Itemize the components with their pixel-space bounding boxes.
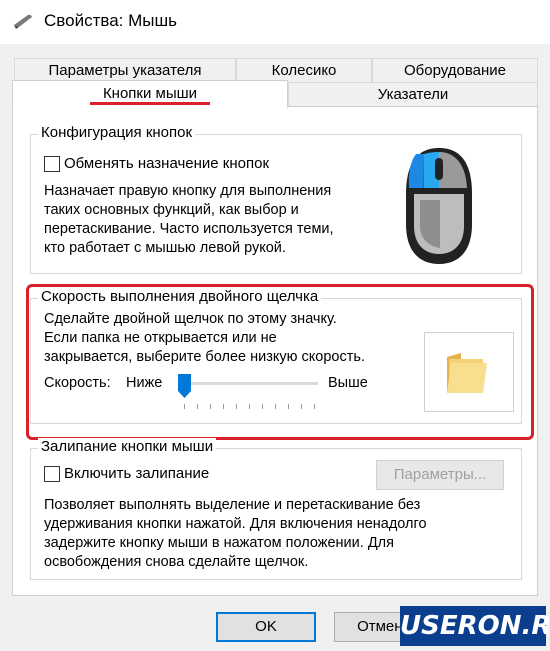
tab-highlight-underline — [90, 102, 210, 105]
button-config-desc-line: кто работает с мышью левой рукой. — [44, 240, 286, 256]
window-title: Свойства: Мышь — [44, 11, 177, 30]
button-config-desc-line: Назначает правую кнопку для выполнения — [44, 183, 332, 199]
tab-hardware[interactable]: Оборудование — [372, 58, 538, 82]
button-config-desc-line: таких основных функций, как выбор и — [44, 202, 299, 218]
swap-buttons-label[interactable]: Обменять назначение кнопок — [64, 154, 269, 173]
click-lock-legend: Залипание кнопки мыши — [38, 438, 217, 455]
click-lock-checkbox[interactable] — [44, 466, 60, 482]
click-lock-label[interactable]: Включить залипание — [64, 464, 209, 483]
button-config-legend: Конфигурация кнопок — [38, 124, 196, 141]
title-bar: Свойства: Мышь — [0, 0, 550, 44]
click-lock-desc-line: удерживания кнопки нажатой. Для включени… — [44, 516, 427, 532]
mouse-properties-icon — [14, 14, 32, 29]
click-lock-settings-button[interactable]: Параметры... — [376, 460, 504, 490]
click-lock-desc-line: освобождения снова сделайте щелчок. — [44, 554, 309, 570]
click-lock-desc-line: Позволяет выполнять выделение и перетаск… — [44, 497, 421, 513]
swap-buttons-checkbox[interactable] — [44, 156, 60, 172]
mouse-icon — [406, 148, 472, 264]
tab-pointers[interactable]: Указатели — [288, 82, 538, 107]
click-lock-desc-line: задержите кнопку мыши в нажатом положени… — [44, 535, 394, 551]
button-config-desc-line: перетаскивание. Часто используется теми, — [44, 221, 334, 237]
ok-button[interactable]: OK — [216, 612, 316, 642]
tab-wheel[interactable]: Колесико — [236, 58, 372, 82]
watermark: USERON.RU — [400, 606, 550, 646]
double-click-highlight — [26, 284, 534, 440]
tab-pointer-options[interactable]: Параметры указателя — [14, 58, 236, 82]
